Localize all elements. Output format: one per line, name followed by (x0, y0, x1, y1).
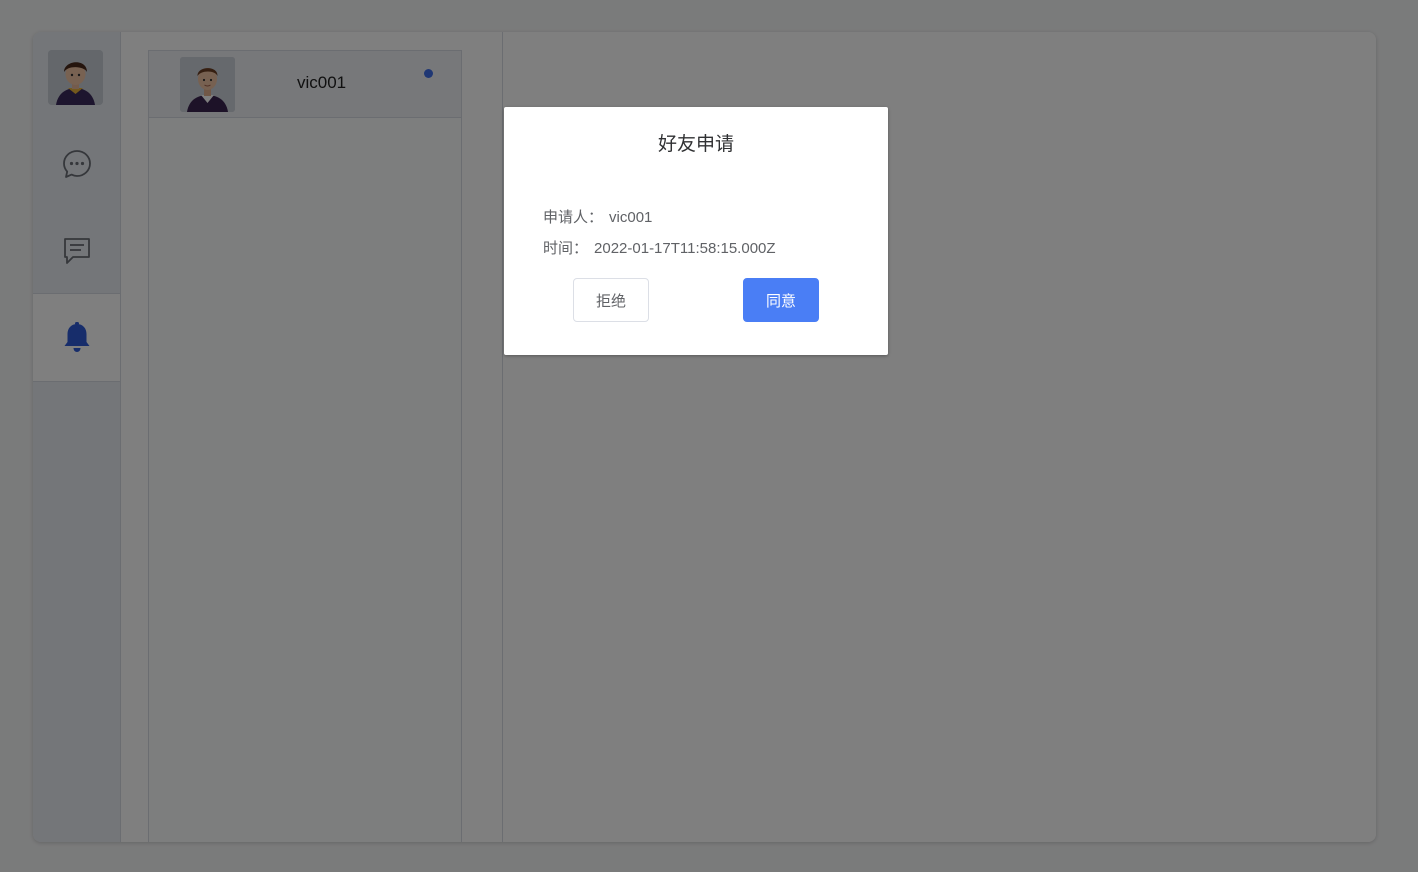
accept-button[interactable]: 同意 (743, 278, 819, 322)
time-value: 2022-01-17T11:58:15.000Z (594, 240, 776, 257)
applicant-label: 申请人： (543, 209, 604, 226)
time-line: 时间： 2022-01-17T11:58:15.000Z (543, 237, 776, 258)
reject-button[interactable]: 拒绝 (573, 278, 649, 322)
page: vic001 好友申请 申请人： vic001 时间： 2022-01-17T11:… (0, 0, 1418, 872)
time-label: 时间： (543, 240, 589, 257)
friend-request-dialog: 好友申请 申请人： vic001 时间： 2022-01-17T11:58:15.0… (504, 107, 888, 355)
applicant-value: vic001 (609, 209, 653, 226)
applicant-line: 申请人： vic001 (543, 206, 652, 227)
dialog-title: 好友申请 (657, 133, 734, 155)
